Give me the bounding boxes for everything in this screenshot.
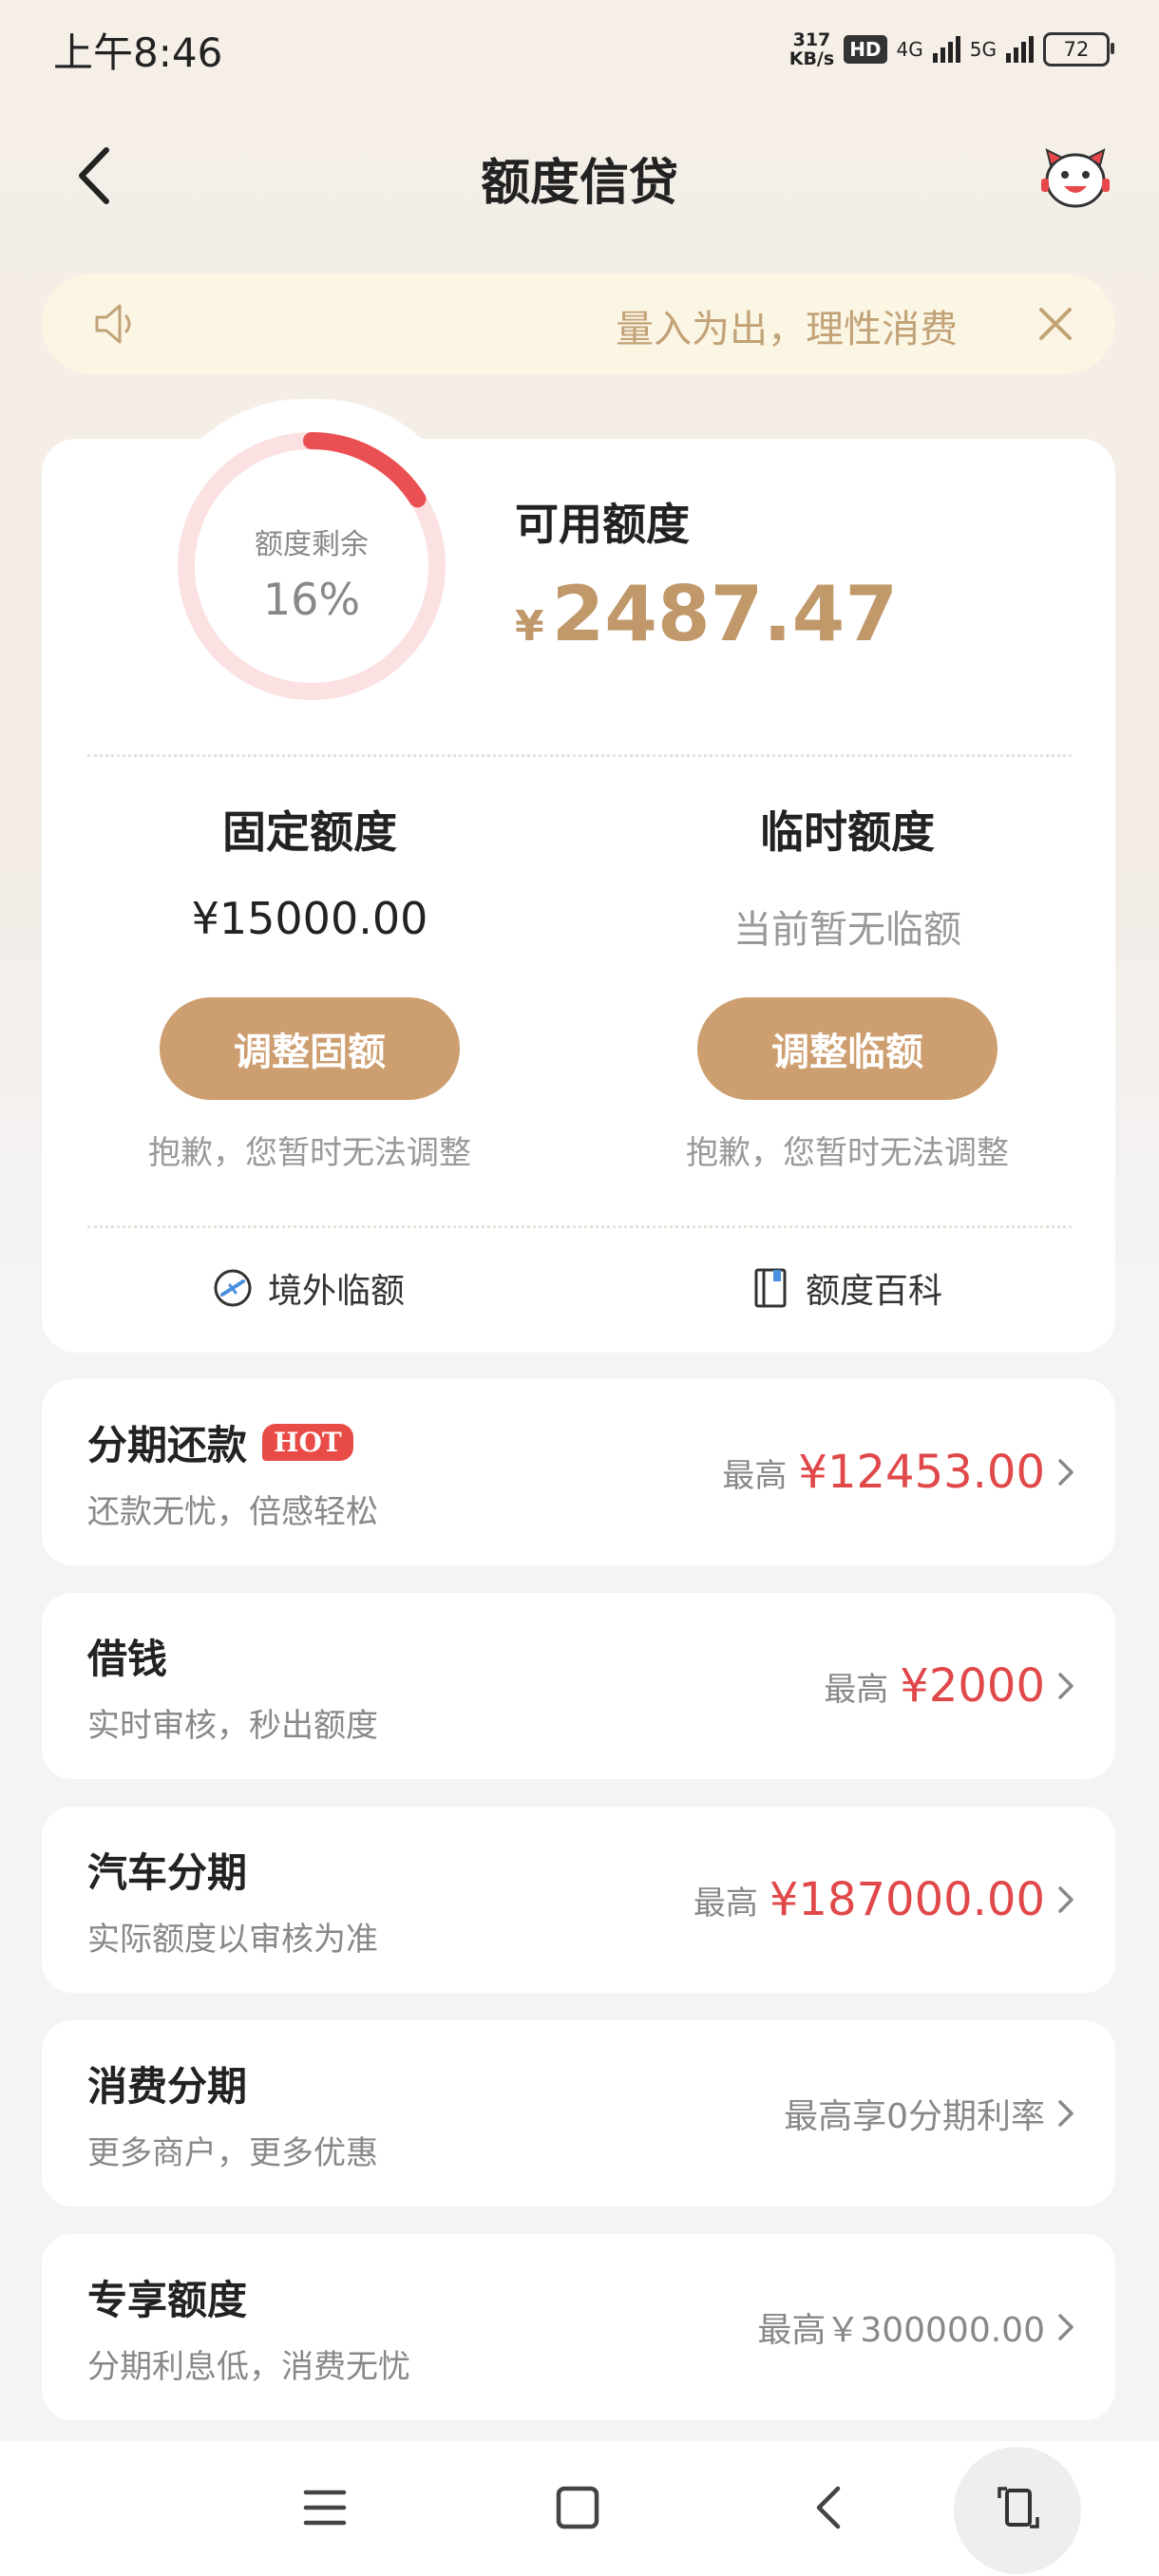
row-prefix: 最高 bbox=[693, 1884, 758, 1923]
row-info: 最高￥300000.00 bbox=[757, 2311, 1045, 2350]
adjust-temporary-button[interactable]: 调整临额 bbox=[697, 997, 998, 1100]
available-credit-label: 可用额度 bbox=[515, 499, 690, 550]
row-subtitle: 实际额度以审核为准 bbox=[87, 1921, 378, 1959]
currency-symbol: ¥ bbox=[515, 602, 544, 651]
row-prefix: 最高 bbox=[824, 1670, 889, 1709]
row-amount: ¥187000.00 bbox=[769, 1873, 1045, 1926]
consumer-installment-row[interactable]: 消费分期 更多商户，更多优惠 最高享0分期利率 bbox=[42, 2020, 1115, 2207]
row-amount: ¥2000 bbox=[900, 1659, 1045, 1713]
notice-text: 量入为出，理性消费 bbox=[616, 308, 958, 351]
back-nav-icon[interactable] bbox=[802, 2479, 859, 2536]
remaining-quota-gauge bbox=[178, 432, 446, 700]
signal-4g-icon bbox=[932, 36, 960, 63]
gauge-label: 额度剩余 bbox=[255, 528, 369, 561]
hd-icon: HD bbox=[844, 35, 887, 64]
car-installment-row[interactable]: 汽车分期 实际额度以审核为准 最高 ¥187000.00 bbox=[42, 1807, 1115, 1993]
system-nav-bar bbox=[0, 2441, 1159, 2576]
home-icon[interactable] bbox=[549, 2479, 606, 2536]
mascot-icon bbox=[1041, 148, 1110, 208]
row-info: 最高享0分期利率 bbox=[784, 2097, 1045, 2136]
exclusive-credit-row[interactable]: 专享额度 分期利息低，消费无忧 最高￥300000.00 bbox=[42, 2234, 1115, 2420]
chevron-right-icon bbox=[1058, 1673, 1074, 1699]
chevron-right-icon bbox=[1058, 2100, 1074, 2127]
available-credit-amount: ¥2487.47 bbox=[515, 570, 898, 658]
row-title: 消费分期 bbox=[87, 2063, 248, 2110]
row-subtitle: 实时审核，秒出额度 bbox=[87, 1707, 378, 1745]
row-subtitle: 还款无忧，倍感轻松 bbox=[87, 1493, 378, 1531]
speaker-icon bbox=[95, 304, 131, 344]
overseas-link-label: 境外临额 bbox=[268, 1272, 406, 1311]
borrow-row[interactable]: 借钱 实时审核，秒出额度 最高 ¥2000 bbox=[42, 1593, 1115, 1779]
fixed-credit-value: ¥15000.00 bbox=[191, 893, 428, 944]
row-title: 借钱 bbox=[87, 1636, 168, 1682]
row-title: 专享额度 bbox=[87, 2277, 248, 2323]
row-subtitle: 分期利息低，消费无忧 bbox=[87, 2348, 410, 2386]
battery-icon: 72 bbox=[1043, 32, 1114, 66]
row-title: 分期还款 bbox=[87, 1422, 248, 1468]
gauge-percent: 16% bbox=[262, 574, 361, 625]
temporary-adjust-note: 抱歉，您暂时无法调整 bbox=[686, 1134, 1009, 1172]
book-icon bbox=[754, 1268, 787, 1308]
row-title: 汽车分期 bbox=[87, 1849, 248, 1896]
page-title: 额度信贷 bbox=[480, 155, 678, 212]
network-5g-label: 5G bbox=[969, 38, 997, 61]
plane-globe-icon bbox=[214, 1269, 252, 1307]
divider bbox=[87, 754, 1072, 757]
available-amount-value: 2487.47 bbox=[551, 570, 898, 658]
network-speed: 317 KB/s bbox=[788, 29, 835, 69]
encyclopedia-link-label: 额度百科 bbox=[806, 1272, 943, 1311]
row-prefix: 最高 bbox=[722, 1456, 788, 1495]
temporary-credit-title: 临时额度 bbox=[760, 806, 935, 858]
close-icon[interactable] bbox=[1034, 302, 1077, 346]
fixed-credit-title: 固定额度 bbox=[222, 806, 397, 858]
installment-repayment-row[interactable]: 分期还款 HOT 还款无忧，倍感轻松 最高 ¥12453.00 bbox=[42, 1379, 1115, 1565]
status-icons: 317 KB/s HD 4G 5G 72 bbox=[788, 28, 1114, 70]
mascot-button[interactable] bbox=[1037, 144, 1113, 211]
row-amount: ¥12453.00 bbox=[798, 1446, 1045, 1499]
temporary-credit-value: 当前暂无临额 bbox=[733, 908, 961, 952]
fixed-adjust-note: 抱歉，您暂时无法调整 bbox=[148, 1134, 471, 1172]
signal-5g-icon bbox=[1006, 36, 1034, 63]
chevron-right-icon bbox=[1058, 1459, 1074, 1486]
rotate-screen-icon[interactable] bbox=[990, 2479, 1047, 2536]
menu-icon[interactable] bbox=[296, 2479, 353, 2536]
status-time: 上午8:46 bbox=[53, 29, 223, 76]
hot-badge: HOT bbox=[262, 1424, 353, 1461]
notice-banner: 量入为出，理性消费 bbox=[42, 274, 1115, 374]
row-subtitle: 更多商户，更多优惠 bbox=[87, 2134, 378, 2172]
credit-encyclopedia-link[interactable]: 额度百科 bbox=[749, 1263, 942, 1313]
divider bbox=[87, 1225, 1072, 1228]
chevron-right-icon bbox=[1058, 2314, 1074, 2340]
chevron-right-icon bbox=[1058, 1886, 1074, 1913]
adjust-fixed-button[interactable]: 调整固额 bbox=[160, 997, 460, 1100]
network-4g-label: 4G bbox=[896, 38, 923, 61]
overseas-temp-credit-link[interactable]: 境外临额 bbox=[211, 1263, 405, 1313]
